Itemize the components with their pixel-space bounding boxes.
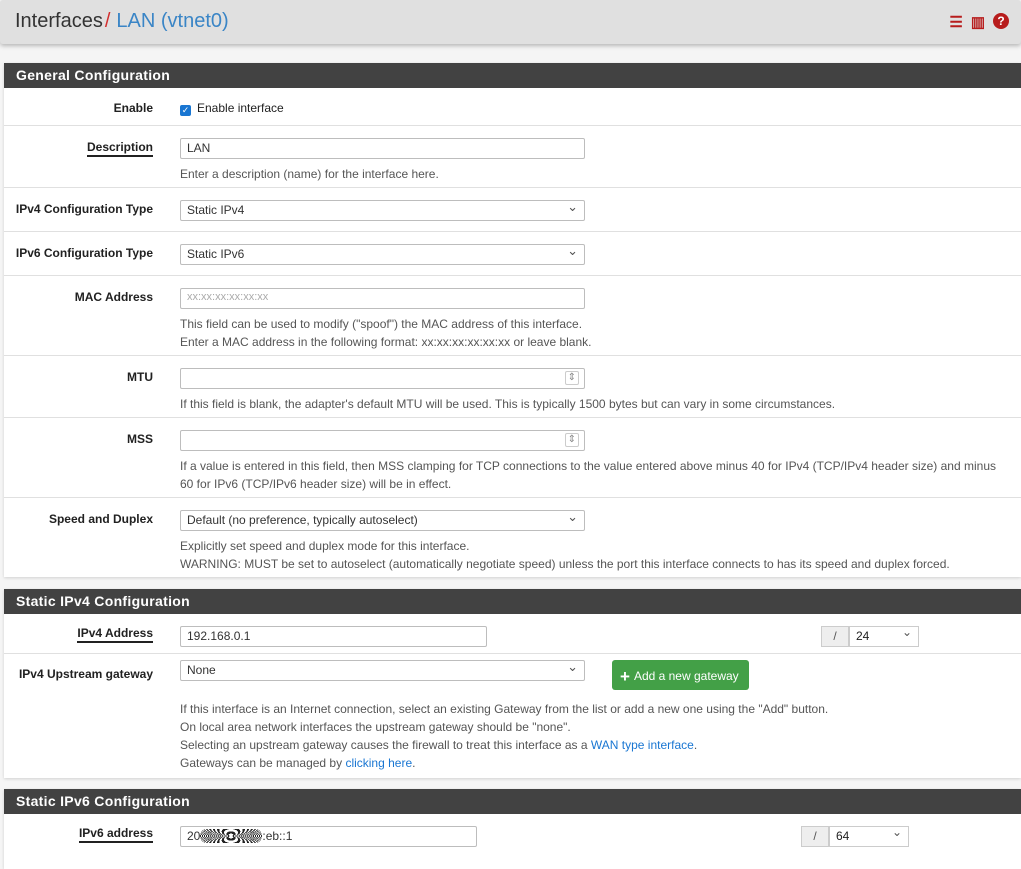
redacted-mask bbox=[200, 829, 262, 843]
prefix-slash: / bbox=[821, 626, 849, 647]
sliders-icon[interactable]: ☰ bbox=[949, 13, 962, 31]
period: . bbox=[694, 738, 697, 752]
ipv4-type-select[interactable]: Static IPv4 bbox=[180, 200, 585, 221]
gateway-help-1: If this interface is an Internet connect… bbox=[180, 700, 1000, 718]
breadcrumb: Interfaces/LAN (vtnet0) bbox=[15, 10, 229, 33]
description-help: Enter a description (name) for the inter… bbox=[180, 165, 1000, 183]
panel-title: Static IPv4 Configuration bbox=[4, 589, 1021, 614]
panel-title: General Configuration bbox=[4, 63, 1021, 88]
breadcrumb-separator: / bbox=[105, 10, 111, 32]
speed-duplex-select[interactable]: Default (no preference, typically autose… bbox=[180, 510, 585, 531]
mtu-label: MTU bbox=[127, 370, 153, 384]
static-ipv6-panel: Static IPv6 Configuration IPv6 address 2… bbox=[4, 789, 1021, 869]
checkbox-checked-icon: ✓ bbox=[180, 105, 191, 116]
prefix-slash: / bbox=[801, 826, 829, 847]
breadcrumb-current[interactable]: LAN (vtnet0) bbox=[116, 10, 228, 32]
mac-label: MAC Address bbox=[75, 290, 153, 304]
speed-label: Speed and Duplex bbox=[49, 512, 153, 526]
gateway-help-2: On local area network interfaces the ups… bbox=[180, 718, 1000, 736]
plus-icon: + bbox=[620, 667, 630, 686]
gateways-link[interactable]: clicking here bbox=[345, 756, 412, 770]
ipv6-address-input[interactable]: 20 :eb::1 bbox=[180, 826, 477, 847]
mtu-help: If this field is blank, the adapter's de… bbox=[180, 395, 1000, 413]
mac-input[interactable]: xx:xx:xx:xx:xx:xx bbox=[180, 288, 585, 309]
page-header: Interfaces/LAN (vtnet0) ☰ ▥ ? bbox=[0, 0, 1021, 44]
static-ipv4-panel: Static IPv4 Configuration IPv4 Address 1… bbox=[4, 589, 1021, 778]
ipv6-type-select[interactable]: Static IPv6 bbox=[180, 244, 585, 265]
period: . bbox=[412, 756, 415, 770]
ipv6-address-label[interactable]: IPv6 address bbox=[79, 826, 153, 843]
panel-title: Static IPv6 Configuration bbox=[4, 789, 1021, 814]
mac-help-1: This field can be used to modify ("spoof… bbox=[180, 315, 1000, 333]
ipv4-address-input[interactable]: 192.168.0.1 bbox=[180, 626, 487, 647]
enable-checkbox-label: Enable interface bbox=[197, 101, 284, 115]
enable-label: Enable bbox=[114, 101, 153, 115]
mss-label: MSS bbox=[127, 432, 153, 446]
gateway-help-3: Selecting an upstream gateway causes the… bbox=[180, 738, 591, 752]
ipv6-value-suffix: :eb::1 bbox=[262, 829, 292, 843]
mtu-input[interactable] bbox=[180, 368, 585, 389]
help-icon[interactable]: ? bbox=[993, 13, 1009, 29]
chart-icon[interactable]: ▥ bbox=[971, 13, 985, 31]
enable-checkbox[interactable]: ✓ Enable interface bbox=[180, 101, 284, 116]
ipv6-value-prefix: 20 bbox=[187, 829, 200, 843]
ipv4-prefix-select[interactable]: 24 bbox=[849, 626, 919, 647]
speed-help-1: Explicitly set speed and duplex mode for… bbox=[180, 537, 1000, 555]
general-configuration-panel: General Configuration Enable ✓ Enable int… bbox=[4, 63, 1021, 577]
add-gateway-label: Add a new gateway bbox=[634, 669, 739, 683]
description-label[interactable]: Description bbox=[87, 140, 153, 157]
mss-help: If a value is entered in this field, the… bbox=[180, 457, 1000, 493]
description-input[interactable]: LAN bbox=[180, 138, 585, 159]
add-gateway-button[interactable]: + Add a new gateway bbox=[612, 660, 749, 690]
mac-help-2: Enter a MAC address in the following for… bbox=[180, 333, 1000, 351]
ipv4-address-label[interactable]: IPv4 Address bbox=[77, 626, 153, 643]
ipv6-type-label: IPv6 Configuration Type bbox=[16, 246, 153, 260]
gateway-help-4: Gateways can be managed by bbox=[180, 756, 345, 770]
mss-input[interactable] bbox=[180, 430, 585, 451]
gateway-label: IPv4 Upstream gateway bbox=[19, 667, 153, 681]
speed-help-2: WARNING: MUST be set to autoselect (auto… bbox=[180, 555, 1000, 573]
breadcrumb-section[interactable]: Interfaces bbox=[15, 10, 103, 32]
ipv6-prefix-select[interactable]: 64 bbox=[829, 826, 909, 847]
gateway-select[interactable]: None bbox=[180, 660, 585, 681]
ipv4-type-label: IPv4 Configuration Type bbox=[16, 202, 153, 216]
wan-type-link[interactable]: WAN type interface bbox=[591, 738, 694, 752]
